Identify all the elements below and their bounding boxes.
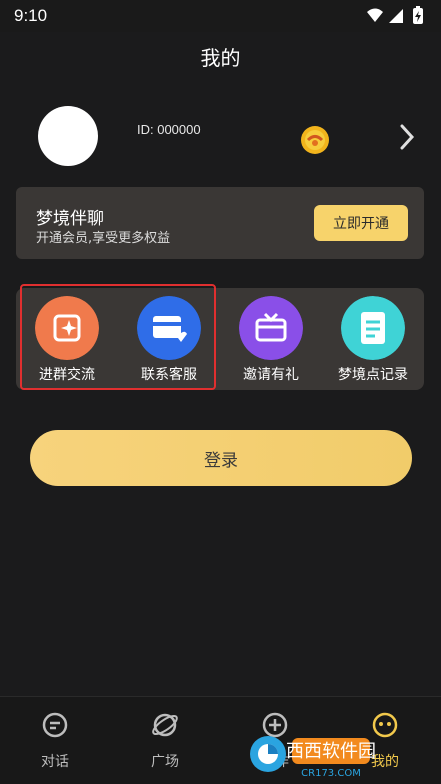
- battery-icon: [413, 6, 423, 24]
- avatar[interactable]: [38, 106, 98, 166]
- coin-icon[interactable]: [300, 125, 330, 155]
- login-button[interactable]: 登录: [30, 430, 412, 486]
- watermark-text: 西西软件园: [286, 741, 376, 762]
- status-icons: [367, 6, 423, 24]
- open-vip-button[interactable]: 立即开通: [314, 205, 408, 241]
- signal-icon: [389, 9, 403, 23]
- gift-icon: [239, 296, 303, 360]
- watermark-logo: 西西软件园 CR173.COM: [250, 736, 376, 779]
- document-icon: [341, 296, 405, 360]
- chat-icon: [42, 712, 68, 738]
- vip-title: 梦境伴聊: [36, 209, 104, 229]
- feature-invite-gift[interactable]: 邀请有礼: [220, 288, 322, 390]
- nav-label: 对话: [41, 754, 69, 770]
- feature-label: 梦境点记录: [338, 367, 408, 383]
- wifi-icon: [367, 8, 383, 22]
- nav-label: 广场: [151, 754, 179, 770]
- nav-chat[interactable]: 对话: [0, 697, 110, 784]
- user-id: ID: 000000: [137, 122, 201, 137]
- watermark-subtext: CR173.COM: [301, 768, 361, 779]
- page-title: 我的: [200, 46, 241, 70]
- chevron-right-icon[interactable]: [396, 122, 418, 152]
- vip-card[interactable]: 梦境伴聊 开通会员,享受更多权益 立即开通: [16, 187, 424, 259]
- planet-icon: [152, 713, 178, 737]
- highlight-box: [20, 284, 216, 390]
- nav-square[interactable]: 广场: [110, 697, 220, 784]
- feature-points-record[interactable]: 梦境点记录: [322, 288, 424, 390]
- status-time: 9:10: [14, 6, 48, 25]
- feature-label: 邀请有礼: [243, 367, 299, 383]
- status-bar: 9:10: [0, 0, 441, 32]
- vip-subtitle: 开通会员,享受更多权益: [36, 231, 171, 246]
